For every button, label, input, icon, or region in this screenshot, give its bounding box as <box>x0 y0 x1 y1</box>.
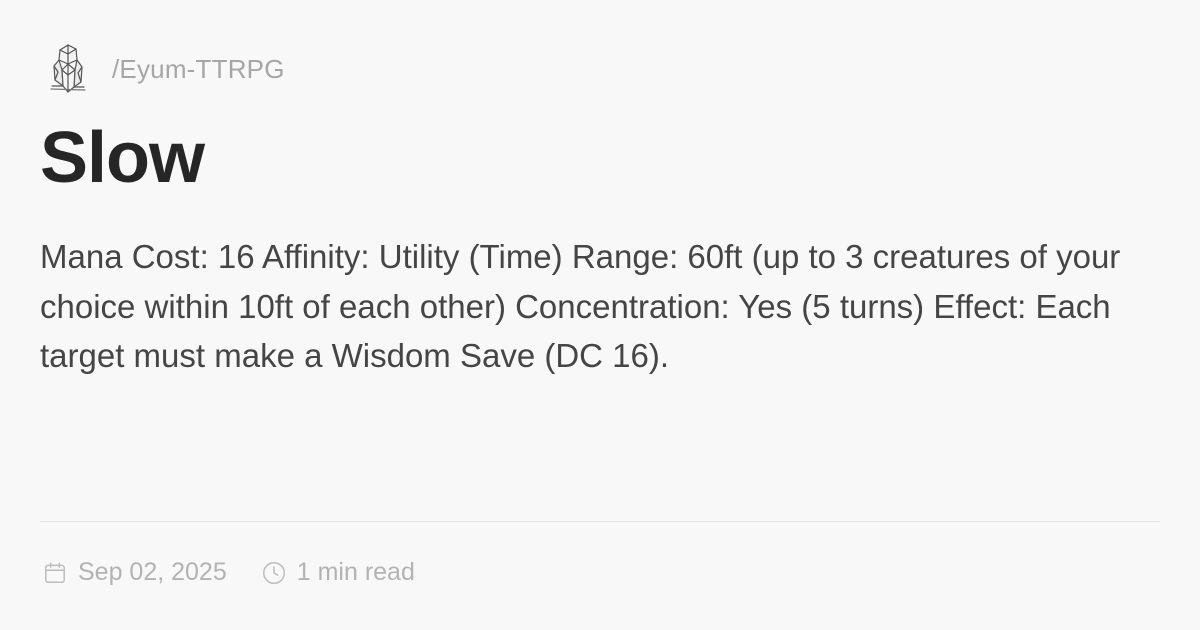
article-meta: Sep 02, 2025 1 min read <box>42 558 415 587</box>
page-title: Slow <box>40 118 205 198</box>
clock-icon <box>262 561 285 584</box>
publish-date: Sep 02, 2025 <box>42 558 227 587</box>
crystal-icon <box>50 44 86 93</box>
divider <box>40 521 1160 522</box>
publish-date-text: Sep 02, 2025 <box>78 558 227 586</box>
read-time: 1 min read <box>261 558 415 587</box>
read-time-text: 1 min read <box>296 558 415 586</box>
article-description: Mana Cost: 16 Affinity: Utility (Time) R… <box>40 238 1121 374</box>
site-name[interactable]: /Eyum-TTRPG <box>112 54 285 85</box>
share-card: /Eyum-TTRPG Slow Mana Cost: 16 Affinity:… <box>0 0 1200 630</box>
calendar-icon <box>45 561 65 583</box>
site-header[interactable]: /Eyum-TTRPG <box>48 42 285 96</box>
